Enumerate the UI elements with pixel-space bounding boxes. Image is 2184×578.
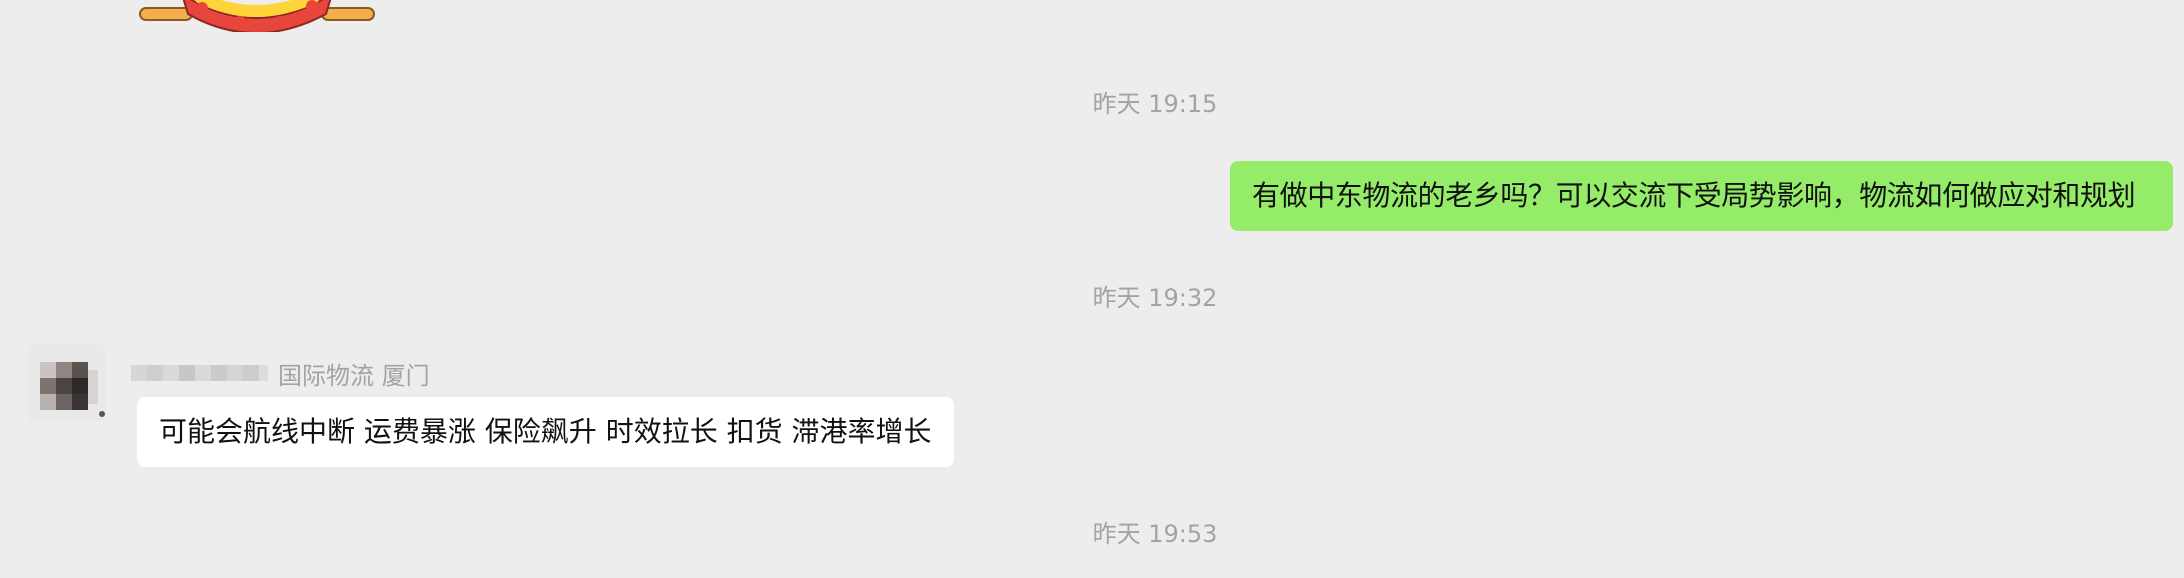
incoming-message-bubble[interactable]: 可能会航线中断 运费暴涨 保险飙升 时效拉长 扣货 滞港率增长 xyxy=(137,397,954,467)
sticker-image[interactable] xyxy=(130,0,380,32)
sender-avatar[interactable] xyxy=(28,344,106,422)
sender-group-tag: 国际物流 厦门 xyxy=(278,361,430,390)
message-timestamp: 昨天 19:15 xyxy=(1092,90,1218,118)
message-timestamp: 昨天 19:53 xyxy=(1092,520,1218,548)
sender-info: 国际物流 厦门 xyxy=(131,356,430,390)
outgoing-message-bubble[interactable]: 有做中东物流的老乡吗？可以交流下受局势影响，物流如何做应对和规划 xyxy=(1230,161,2173,231)
blurred-avatar-icon xyxy=(28,344,106,422)
blurred-sender-name xyxy=(131,365,268,381)
message-timestamp: 昨天 19:32 xyxy=(1092,284,1218,312)
